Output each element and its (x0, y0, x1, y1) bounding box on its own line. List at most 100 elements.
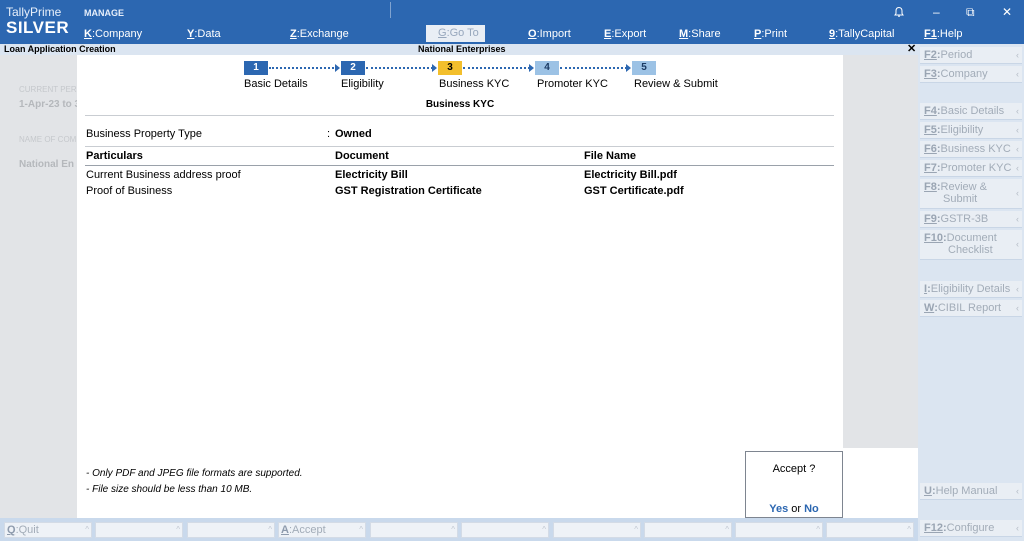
chevron-up-icon: ^ (816, 525, 820, 534)
document-checklist-button[interactable]: F10:Document Checklist ‹ (920, 230, 1022, 260)
table-row-document[interactable]: GST Registration Certificate (335, 185, 482, 197)
button-bar: F2:Period ‹ F3:Company ‹ F4:Basic Details ‹… (918, 44, 1024, 541)
menu-exchange[interactable]: Z:Exchange (290, 28, 349, 40)
menu-share[interactable]: M:Share (679, 28, 721, 40)
column-header-particulars: Particulars (86, 150, 143, 162)
step-5-label[interactable]: Review & Submit (634, 78, 718, 90)
bottom-empty-button[interactable]: ^ (553, 522, 641, 538)
bottom-empty-button[interactable]: ^ (826, 522, 914, 538)
brand-name: TallyPrime (6, 5, 62, 19)
note-file-formats: - Only PDF and JPEG file formats are sup… (86, 468, 303, 479)
promoter-kyc-button[interactable]: F7:Promoter KYC ‹ (920, 160, 1022, 177)
bottom-empty-button[interactable]: ^ (644, 522, 732, 538)
step-3-number[interactable]: 3 (438, 61, 462, 75)
menu-help[interactable]: F1:Help (924, 28, 963, 40)
no-button[interactable]: No (804, 503, 819, 515)
step-3-label[interactable]: Business KYC (439, 78, 509, 90)
chevron-up-icon: ^ (907, 525, 911, 534)
chevron-left-icon: ‹ (1016, 50, 1019, 60)
company-button[interactable]: F3:Company ‹ (920, 66, 1022, 83)
company-name-value: National En (19, 159, 75, 170)
bottom-empty-button[interactable]: ^ (370, 522, 458, 538)
accept-dialog: Accept ? Yes or No (745, 451, 843, 518)
note-file-size: - File size should be less than 10 MB. (86, 484, 253, 495)
menu-data[interactable]: Y:Data (187, 28, 221, 40)
gstr-3b-button[interactable]: F9:GSTR-3B ‹ (920, 211, 1022, 228)
accept-options: Yes or No (746, 503, 842, 515)
help-manual-button[interactable]: U:Help Manual ‹ (920, 483, 1022, 500)
table-row-particular: Current Business address proof (86, 169, 241, 181)
cibil-report-button[interactable]: W:CIBIL Report ‹ (920, 300, 1022, 317)
divider (85, 146, 834, 147)
menu-company[interactable]: K:Company (84, 28, 142, 40)
step-1-number[interactable]: 1 (244, 61, 268, 75)
close-screen-icon[interactable]: ✕ (907, 42, 916, 55)
arrow-right-icon (529, 64, 534, 72)
step-4-number[interactable]: 4 (535, 61, 559, 75)
menu-goto[interactable]: G:Go To (426, 25, 485, 42)
section-title: Business KYC (425, 99, 495, 110)
table-header-divider (85, 165, 834, 166)
quit-button[interactable]: Q:Quit ^ (4, 522, 92, 538)
step-4-label[interactable]: Promoter KYC (537, 78, 608, 90)
company-name-label: NAME OF COM (19, 135, 77, 144)
chevron-left-icon: ‹ (1016, 523, 1019, 533)
step-2-label[interactable]: Eligibility (341, 78, 384, 90)
review-submit-button[interactable]: F8:Review & Submit ‹ (920, 179, 1022, 209)
table-row-file-name[interactable]: Electricity Bill.pdf (584, 169, 677, 181)
minimize-icon[interactable]: – (933, 5, 940, 19)
background-company-panel: CURRENT PERI 1-Apr-23 to 3 NAME OF COM N… (0, 55, 81, 520)
menu-import[interactable]: O:Import (528, 28, 571, 40)
chevron-left-icon: ‹ (1016, 106, 1019, 116)
configure-button[interactable]: F12:Configure ‹ (920, 520, 1022, 537)
chevron-left-icon: ‹ (1016, 239, 1019, 249)
property-type-value[interactable]: Owned (335, 128, 372, 140)
period-button[interactable]: F2:Period ‹ (920, 47, 1022, 64)
chevron-left-icon: ‹ (1016, 125, 1019, 135)
table-row-file-name[interactable]: GST Certificate.pdf (584, 185, 684, 197)
step-5-number[interactable]: 5 (632, 61, 656, 75)
current-period-value: 1-Apr-23 to 3 (19, 99, 81, 110)
business-kyc-button[interactable]: F6:Business KYC ‹ (920, 141, 1022, 158)
menu-export[interactable]: E:Export (604, 28, 646, 40)
brand-edition: SILVER (6, 18, 70, 37)
chevron-left-icon: ‹ (1016, 188, 1019, 198)
bottom-empty-button[interactable]: ^ (187, 522, 275, 538)
screen-title-strip: Loan Application Creation National Enter… (0, 42, 918, 55)
yes-button[interactable]: Yes (769, 503, 788, 515)
step-1-label[interactable]: Basic Details (244, 78, 308, 90)
manage-label: MANAGE (84, 8, 124, 18)
chevron-up-icon: ^ (176, 525, 180, 534)
chevron-left-icon: ‹ (1016, 284, 1019, 294)
step-2-number[interactable]: 2 (341, 61, 365, 75)
accept-question: Accept ? (772, 463, 816, 475)
eligibility-details-button[interactable]: I:Eligibility Details ‹ (920, 281, 1022, 298)
step-connector (560, 67, 627, 69)
close-window-icon[interactable]: ✕ (1002, 5, 1012, 19)
header-divider (390, 2, 391, 18)
app-brand: TallyPrime SILVER (6, 5, 69, 38)
table-row-document[interactable]: Electricity Bill (335, 169, 408, 181)
chevron-left-icon: ‹ (1016, 214, 1019, 224)
eligibility-button[interactable]: F5:Eligibility ‹ (920, 122, 1022, 139)
background-right-panel (843, 55, 918, 448)
chevron-up-icon: ^ (359, 525, 363, 534)
chevron-up-icon: ^ (85, 525, 89, 534)
basic-details-button[interactable]: F4:Basic Details ‹ (920, 103, 1022, 120)
column-header-file-name: File Name (584, 150, 636, 162)
divider (85, 115, 834, 116)
bottom-empty-button[interactable]: ^ (95, 522, 183, 538)
bell-icon[interactable] (893, 6, 905, 18)
menu-print[interactable]: P:Print (754, 28, 787, 40)
restore-icon[interactable]: ⧉ (966, 5, 975, 20)
or-text: or (791, 503, 802, 515)
arrow-right-icon (432, 64, 437, 72)
chevron-left-icon: ‹ (1016, 163, 1019, 173)
company-title: National Enterprises (418, 44, 506, 54)
bottom-empty-button[interactable]: ^ (461, 522, 549, 538)
bottom-button-bar: Q:Quit ^ ^ ^ A:Accept ^ ^ ^ ^ ^ ^ ^ (0, 518, 918, 541)
bottom-empty-button[interactable]: ^ (735, 522, 823, 538)
menu-tallycapital[interactable]: 9:TallyCapital (829, 28, 894, 40)
accept-button[interactable]: A:Accept ^ (278, 522, 366, 538)
property-type-separator: : (327, 128, 331, 140)
